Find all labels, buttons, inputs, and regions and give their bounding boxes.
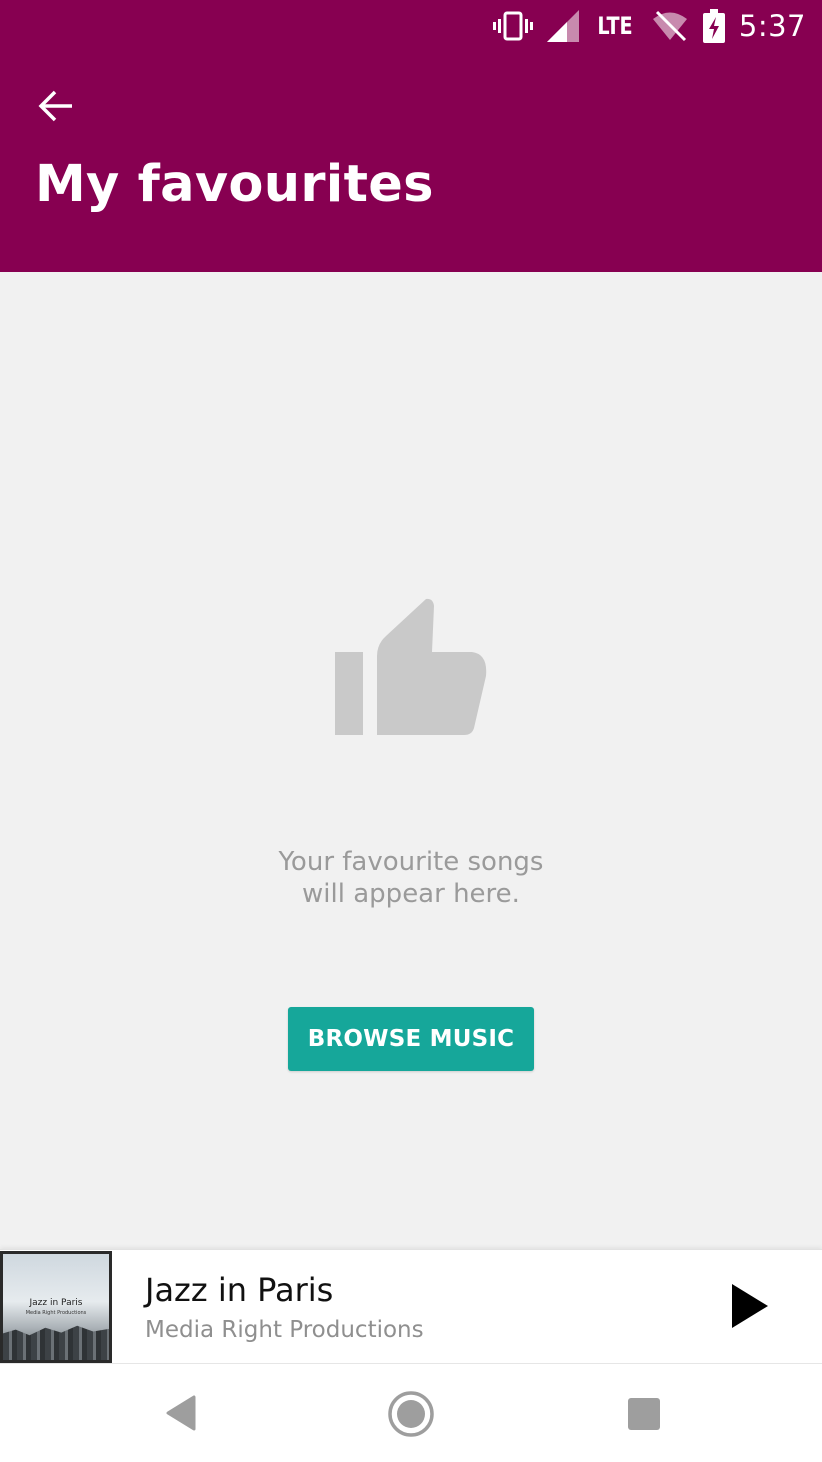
album-art-subtitle: Media Right Productions — [25, 1310, 87, 1316]
system-nav-bar — [0, 1363, 822, 1462]
thumbs-up-icon — [335, 598, 487, 735]
track-title[interactable]: Jazz in Paris — [145, 1271, 333, 1309]
battery-charging-icon — [702, 9, 725, 43]
signal-icon — [546, 10, 579, 42]
clock: 5:37 — [738, 9, 806, 43]
nav-home-button[interactable] — [385, 1388, 437, 1440]
nav-back-icon — [166, 1395, 196, 1431]
arrow-back-icon — [38, 90, 72, 122]
nav-back-button[interactable] — [156, 1388, 206, 1438]
vibrate-icon — [492, 11, 533, 41]
nav-home-icon — [388, 1391, 434, 1437]
app-screen: LTE 5:37 My favourites Your favourite so… — [0, 0, 822, 1462]
mini-player[interactable]: Jazz in Paris Media Right Productions — [0, 1249, 822, 1363]
album-art[interactable]: Jazz in Paris Media Right Productions — [0, 1251, 112, 1363]
nav-recents-icon — [628, 1398, 660, 1430]
wifi-off-icon — [651, 10, 689, 42]
network-type-label: LTE — [597, 12, 633, 40]
empty-message-line2: will appear here. — [302, 879, 520, 909]
album-art-title: Jazz in Paris — [29, 1298, 83, 1308]
play-button[interactable] — [722, 1278, 778, 1334]
empty-message-line1: Your favourite songs — [278, 847, 544, 877]
nav-recents-button[interactable] — [618, 1388, 670, 1440]
page-title: My favourites — [35, 155, 434, 214]
album-art-cityscape — [3, 1325, 109, 1360]
status-bar: LTE 5:37 — [0, 0, 822, 52]
back-button[interactable] — [32, 82, 80, 130]
browse-music-button[interactable]: BROWSE MUSIC — [288, 1007, 534, 1071]
track-artist[interactable]: Media Right Productions — [145, 1317, 424, 1343]
empty-message: Your favourite songs will appear here. — [211, 846, 611, 910]
app-header: LTE 5:37 My favourites — [0, 0, 822, 272]
play-icon — [732, 1284, 768, 1328]
